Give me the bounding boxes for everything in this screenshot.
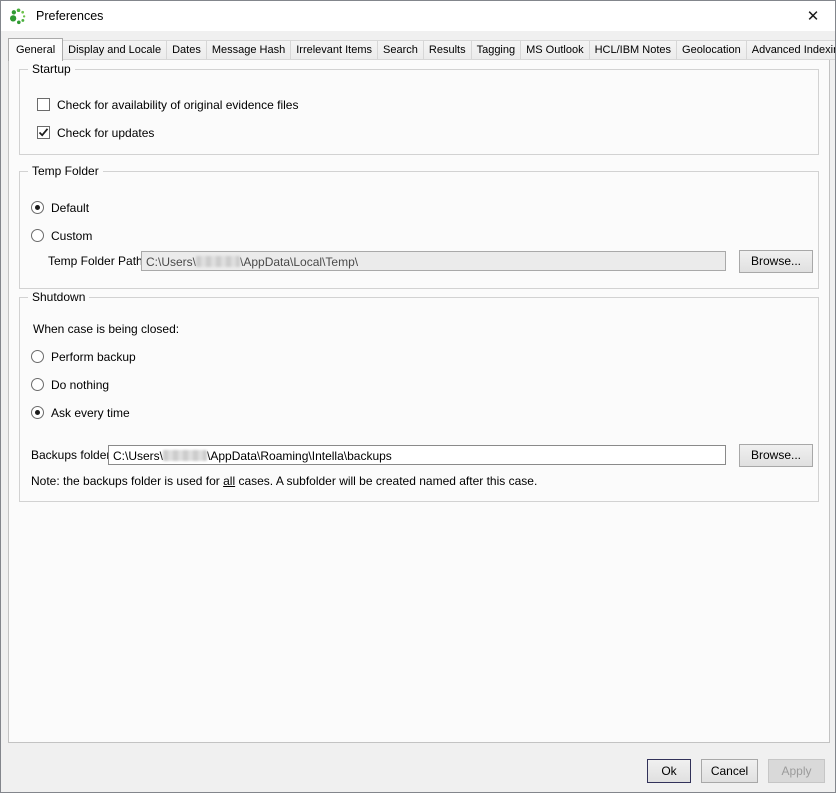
backups-path-suffix: \AppData\Roaming\Intella\backups [207, 449, 392, 463]
backups-note-prefix: Note: the backups folder is used for [31, 474, 223, 488]
window-title: Preferences [36, 9, 103, 23]
custom-radio[interactable] [31, 229, 44, 242]
apply-button: Apply [768, 759, 825, 783]
temp-path-suffix: \AppData\Local\Temp\ [240, 255, 358, 269]
custom-radio-label: Custom [51, 229, 92, 243]
tab-dates[interactable]: Dates [166, 40, 207, 60]
shutdown-group-title: Shutdown [28, 290, 89, 304]
title-bar: Preferences ✕ [1, 1, 835, 31]
tab-ms-outlook[interactable]: MS Outlook [520, 40, 589, 60]
do-nothing-radio[interactable] [31, 378, 44, 391]
redacted-username [196, 256, 240, 267]
temp-folder-path-field: C:\Users\ \AppData\Local\Temp\ [141, 251, 726, 271]
ask-every-time-radio-label: Ask every time [51, 406, 130, 420]
cancel-button[interactable]: Cancel [701, 759, 758, 783]
startup-group-title: Startup [28, 62, 75, 76]
backups-note-suffix: cases. A subfolder will be created named… [235, 474, 537, 488]
ask-every-time-radio[interactable] [31, 406, 44, 419]
perform-backup-radio[interactable] [31, 350, 44, 363]
temp-folder-path-label: Temp Folder Path [48, 254, 143, 268]
when-case-closed-label: When case is being closed: [33, 322, 179, 336]
tab-display-and-locale[interactable]: Display and Locale [62, 40, 167, 60]
backups-path-prefix: C:\Users\ [113, 449, 163, 463]
tab-geolocation[interactable]: Geolocation [676, 40, 747, 60]
shutdown-group: Shutdown When case is being closed: Perf… [19, 297, 819, 502]
tab-hcl-ibm-notes[interactable]: HCL/IBM Notes [589, 40, 677, 60]
tab-page-general: Startup Check for availability of origin… [8, 59, 830, 743]
redacted-username [163, 450, 207, 461]
tab-strip: General Display and Locale Dates Message… [8, 37, 836, 60]
temp-folder-group: Temp Folder Default Custom Temp Folder P… [19, 171, 819, 289]
check-updates-checkbox-label: Check for updates [57, 126, 154, 140]
tab-irrelevant-items[interactable]: Irrelevant Items [290, 40, 378, 60]
backups-folder-label: Backups folder [31, 448, 110, 462]
perform-backup-radio-label: Perform backup [51, 350, 136, 364]
do-nothing-radio-label: Do nothing [51, 378, 109, 392]
tab-tagging[interactable]: Tagging [471, 40, 522, 60]
evidence-files-checkbox-label: Check for availability of original evide… [57, 98, 298, 112]
temp-folder-group-title: Temp Folder [28, 164, 103, 178]
evidence-files-checkbox[interactable] [37, 98, 50, 111]
tab-results[interactable]: Results [423, 40, 472, 60]
tab-message-hash[interactable]: Message Hash [206, 40, 291, 60]
tab-search[interactable]: Search [377, 40, 424, 60]
backups-folder-field[interactable]: C:\Users\ \AppData\Roaming\Intella\backup… [108, 445, 726, 465]
close-icon[interactable]: ✕ [793, 1, 833, 31]
backups-browse-button[interactable]: Browse... [739, 444, 813, 467]
tab-advanced-indexing[interactable]: Advanced Indexing [746, 40, 836, 60]
check-updates-checkbox[interactable] [37, 126, 50, 139]
default-radio-label: Default [51, 201, 89, 215]
temp-path-prefix: C:\Users\ [146, 255, 196, 269]
intella-logo-icon [9, 7, 27, 25]
default-radio[interactable] [31, 201, 44, 214]
preferences-dialog: Preferences ✕ General Display and Locale… [0, 0, 836, 793]
ok-button[interactable]: Ok [647, 759, 691, 783]
tab-general[interactable]: General [8, 38, 63, 61]
temp-folder-browse-button[interactable]: Browse... [739, 250, 813, 273]
startup-group: Startup Check for availability of origin… [19, 69, 819, 155]
backups-note-underlined: all [223, 474, 235, 488]
backups-note: Note: the backups folder is used for all… [31, 474, 537, 488]
